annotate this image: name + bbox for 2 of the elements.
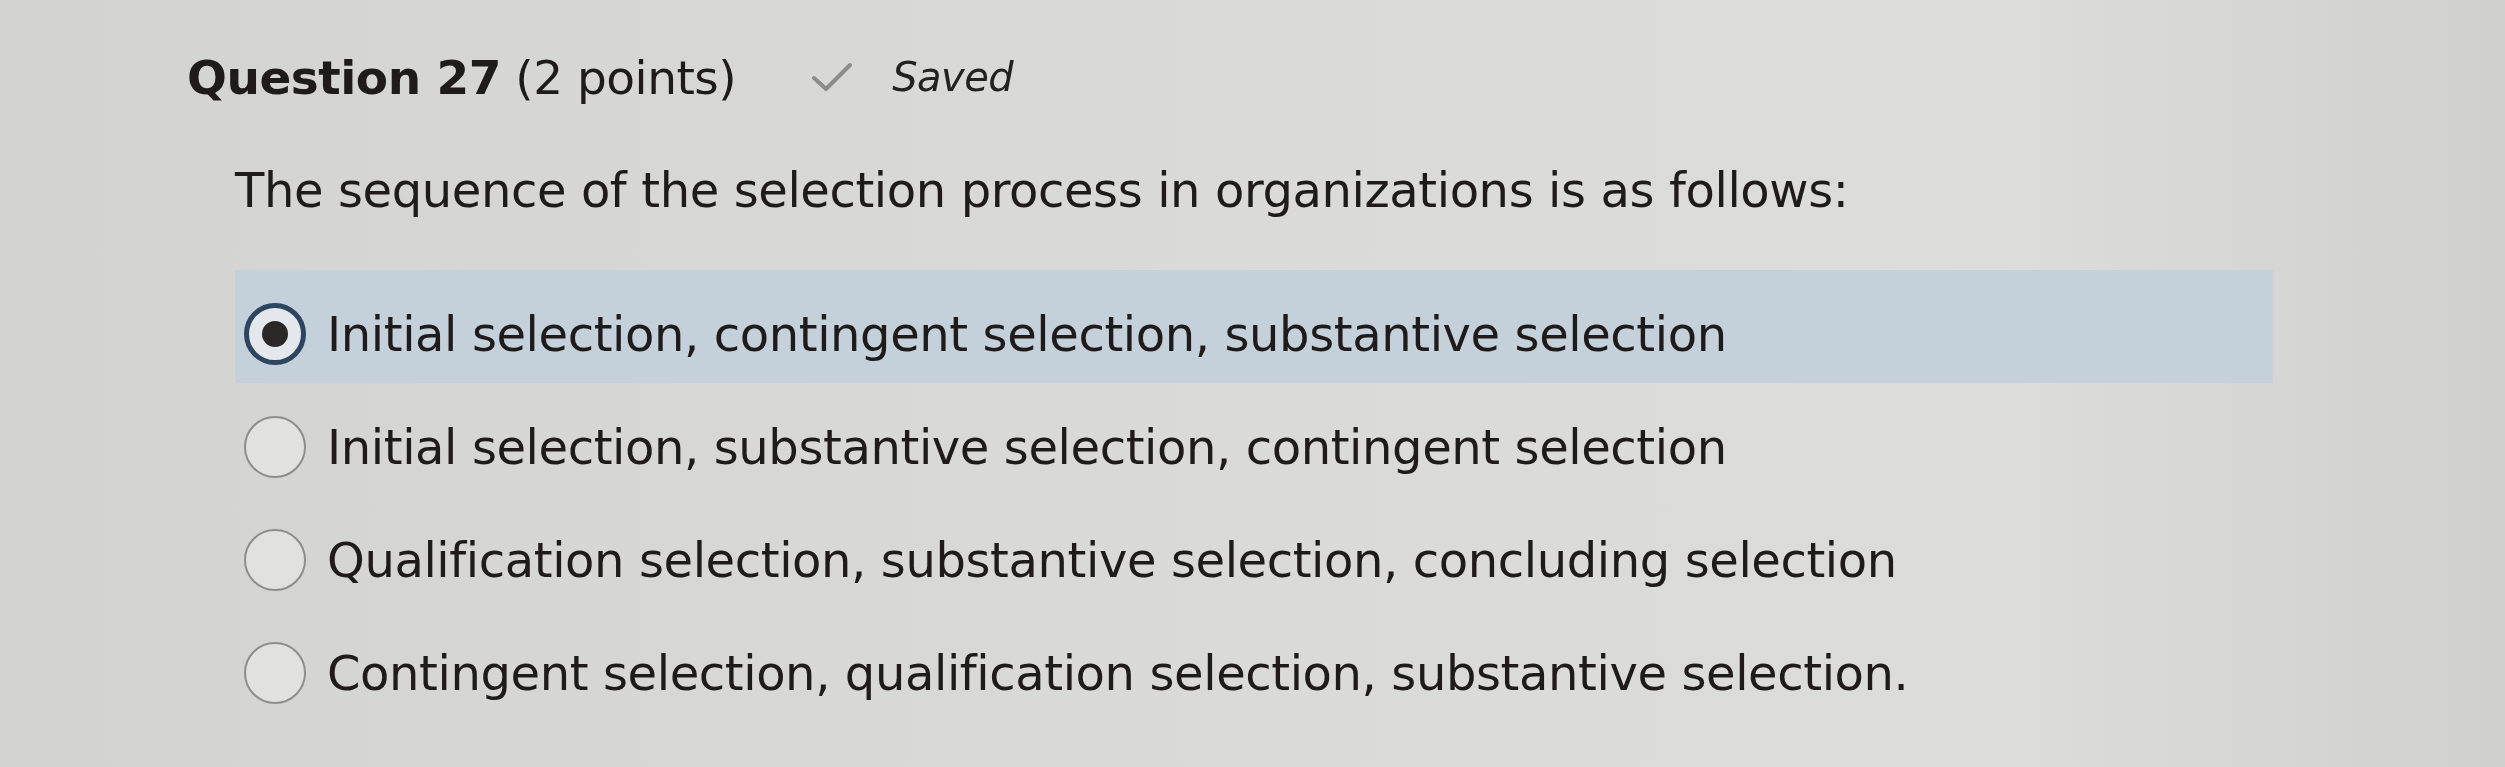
checkmark-icon xyxy=(812,62,853,92)
saved-status: Saved xyxy=(892,57,1014,97)
